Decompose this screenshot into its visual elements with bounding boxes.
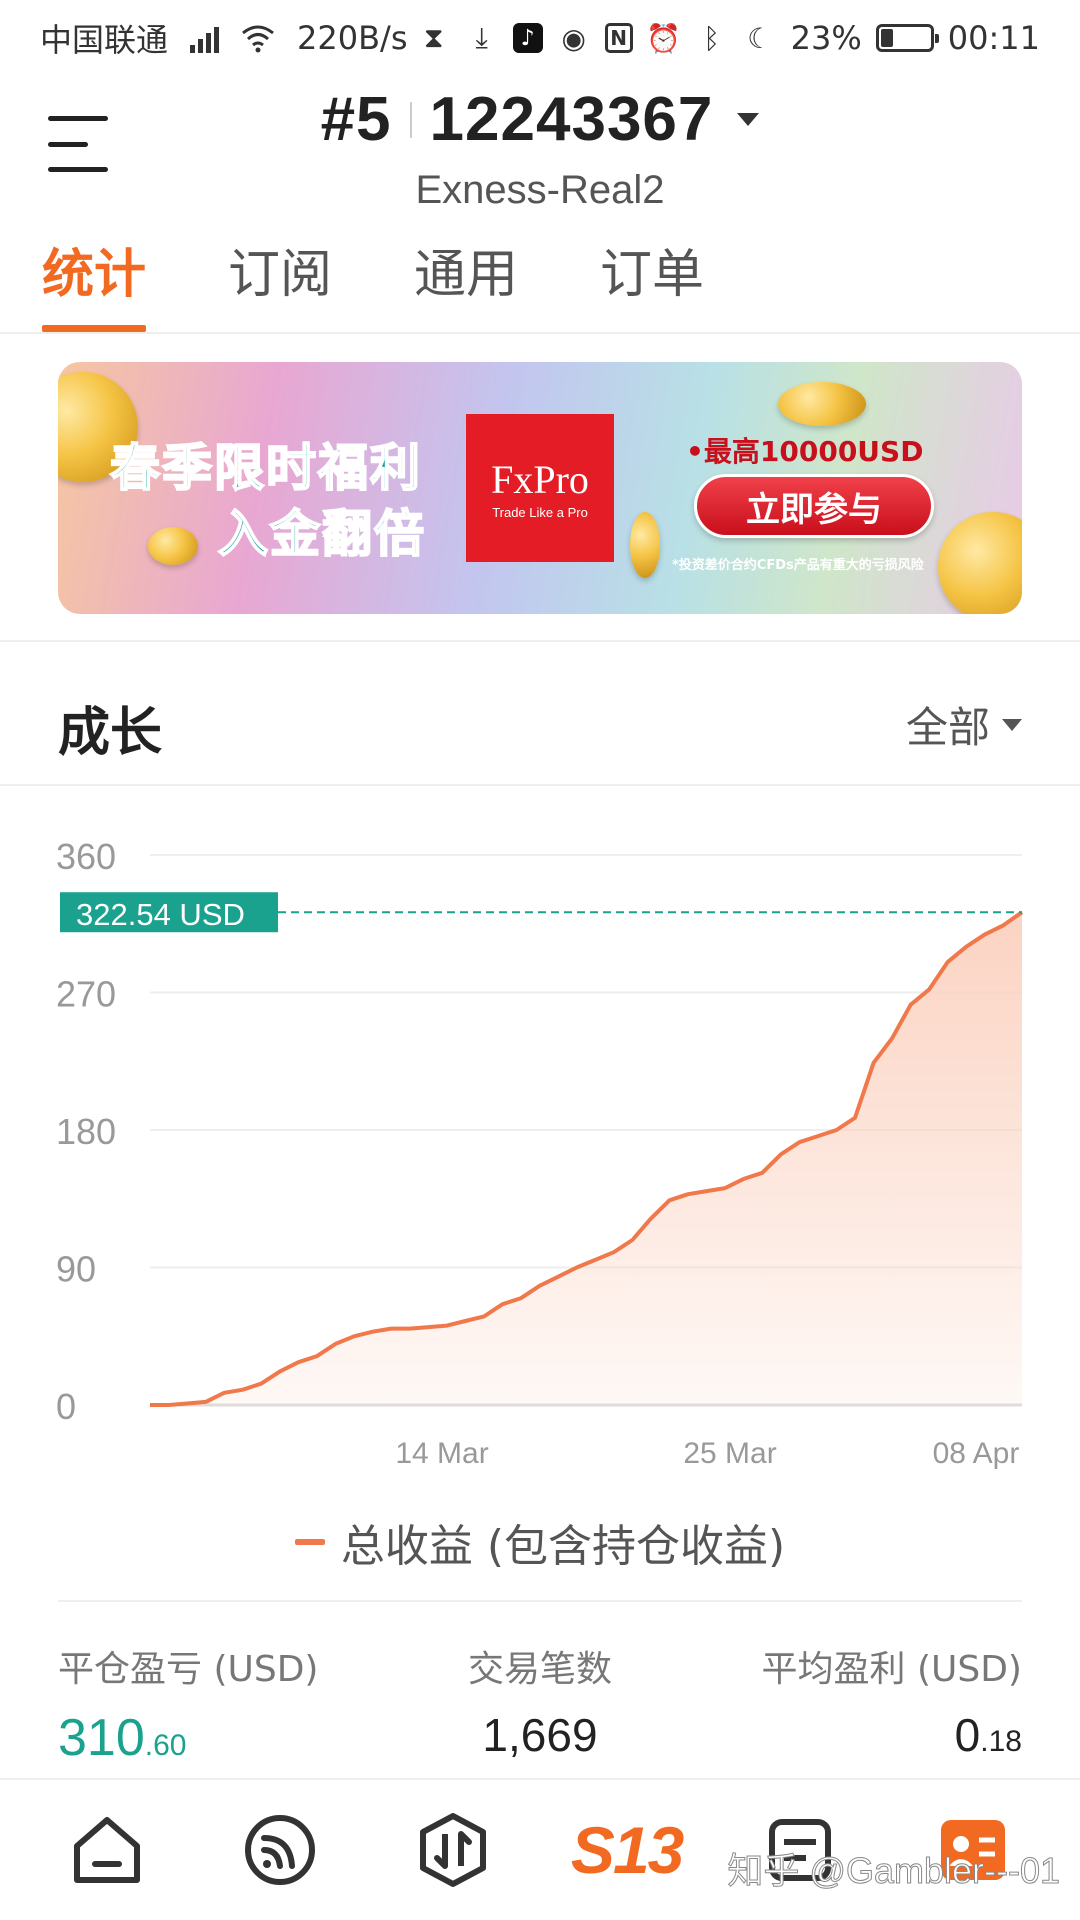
coin-icon: [630, 512, 660, 578]
stat-value-int: 0: [954, 1709, 981, 1761]
legend-label: 总收益 (包含持仓收益): [340, 1521, 786, 1572]
y-tick-label: 270: [56, 974, 116, 1015]
range-value: 全部: [905, 703, 990, 752]
stat-value: 1,669: [482, 1708, 597, 1762]
coin-icon: [778, 382, 866, 426]
stat-value-dec: .18: [980, 1725, 1022, 1758]
status-bar: 中国联通 220B/s ⧗ ⤓ ♪ ◉ N ⏰ ᛒ ☾ 23% 00:11: [0, 0, 1080, 76]
stat-value: 310.60: [58, 1708, 318, 1768]
brand-name: FxPro: [491, 457, 589, 502]
x-tick-label: 14 Mar: [395, 1437, 488, 1470]
account-number: 12243367: [429, 85, 714, 154]
stat-value-int: 1,669: [482, 1709, 598, 1761]
banner-title-line1: 春季限时福利: [109, 438, 422, 498]
coin-icon: [938, 512, 1022, 614]
series-area: [150, 912, 1022, 1405]
home-icon[interactable]: [57, 1800, 157, 1900]
x-tick-label: 08 Apr: [933, 1437, 1020, 1470]
y-tick-label: 0: [56, 1386, 76, 1427]
trade-icon[interactable]: [403, 1800, 503, 1900]
y-tick-label: 180: [56, 1111, 116, 1152]
download-icon: ⤓: [475, 21, 488, 54]
signal-icon: [190, 23, 220, 53]
s13-logo[interactable]: S13: [571, 1800, 684, 1900]
stat-label: 平仓盈亏 (USD): [58, 1649, 319, 1690]
stat-label: 平均盈利 (USD): [761, 1649, 1022, 1690]
stat-value-int: 310: [58, 1709, 145, 1767]
separator: [409, 101, 412, 138]
stat-value-dec: .60: [144, 1729, 187, 1762]
chart-legend[interactable]: 总收益 (包含持仓收益): [0, 1510, 1080, 1574]
clock: 00:11: [947, 19, 1040, 57]
alarm-icon: ⏰: [646, 21, 682, 55]
legend-swatch: [294, 1539, 325, 1545]
divider: [0, 784, 1080, 786]
banner-max-text: •最高10000USD: [686, 435, 924, 468]
section-title: 成长: [58, 703, 163, 763]
range-dropdown[interactable]: 全部: [906, 694, 1022, 755]
chart-svg: 360 270 180 90 0 322.54 USD 14 Mar 25 Mar 08 Apr: [56, 836, 1024, 1470]
current-value-label: 322.54 USD: [76, 897, 245, 932]
chevron-down-icon: [1002, 718, 1022, 731]
y-tick-label: 360: [56, 836, 116, 877]
account-selector[interactable]: #5 12243367: [0, 84, 1080, 155]
stat-value: 0.18: [955, 1708, 1022, 1762]
signal-feed-icon[interactable]: [230, 1800, 330, 1900]
nfc-icon: N: [604, 23, 633, 53]
hourglass-icon: ⧗: [423, 21, 444, 54]
x-tick-label: 25 Mar: [683, 1437, 776, 1470]
stat-closed-pnl: 平仓盈亏 (USD) 310.60: [58, 1640, 318, 1768]
stat-avg-profit: 平均盈利 (USD) 0.18: [762, 1640, 1022, 1768]
coin-icon: [148, 527, 198, 565]
battery-icon: [875, 24, 939, 52]
y-tick-label: 90: [56, 1249, 96, 1290]
tab-general[interactable]: 通用: [414, 234, 518, 334]
risk-disclaimer: *投资差价合约CFDs产品有重大的亏损风险: [672, 558, 924, 573]
tab-orders[interactable]: 订单: [600, 234, 704, 334]
eye-icon: ◉: [561, 21, 586, 55]
server-name: Exness-Real2: [415, 168, 665, 212]
stat-label: 交易笔数: [467, 1649, 612, 1690]
tiktok-icon: ♪: [512, 23, 543, 53]
app-header: #5 12243367 Exness-Real2: [0, 76, 1080, 226]
rank-label: #5: [320, 85, 392, 154]
join-now-button[interactable]: 立即参与: [694, 474, 934, 538]
bluetooth-icon: ᛒ: [703, 21, 721, 55]
watermark: 知乎 @Gambler---01: [727, 1850, 1061, 1892]
banner-title-line2: 入金翻倍: [217, 504, 426, 564]
chevron-down-icon[interactable]: [737, 113, 760, 126]
network-speed: 220B/s: [297, 19, 408, 57]
stats-row: 平仓盈亏 (USD) 310.60 交易笔数 1,669 平均盈利 (USD) …: [58, 1640, 1022, 1768]
divider: [58, 1600, 1022, 1602]
tab-bar: 统计 订阅 通用 订单: [0, 234, 1080, 334]
wifi-icon: [241, 21, 275, 55]
divider: [0, 640, 1080, 642]
brand-tagline: Trade Like a Pro: [492, 505, 588, 520]
growth-chart[interactable]: 360 270 180 90 0 322.54 USD 14 Mar 25 Mar 08 Apr: [0, 800, 1080, 1480]
fxpro-logo: FxPro Trade Like a Pro: [466, 414, 614, 562]
moon-icon: ☾: [747, 21, 773, 55]
tab-statistics[interactable]: 统计: [42, 234, 147, 334]
battery-percent: 23%: [790, 19, 862, 57]
promo-banner[interactable]: 春季限时福利 入金翻倍 FxPro Trade Like a Pro •最高10…: [58, 362, 1022, 614]
stat-trade-count: 交易笔数 1,669: [468, 1640, 612, 1768]
tab-subscribe[interactable]: 订阅: [228, 234, 332, 334]
carrier-label: 中国联通: [40, 21, 169, 59]
